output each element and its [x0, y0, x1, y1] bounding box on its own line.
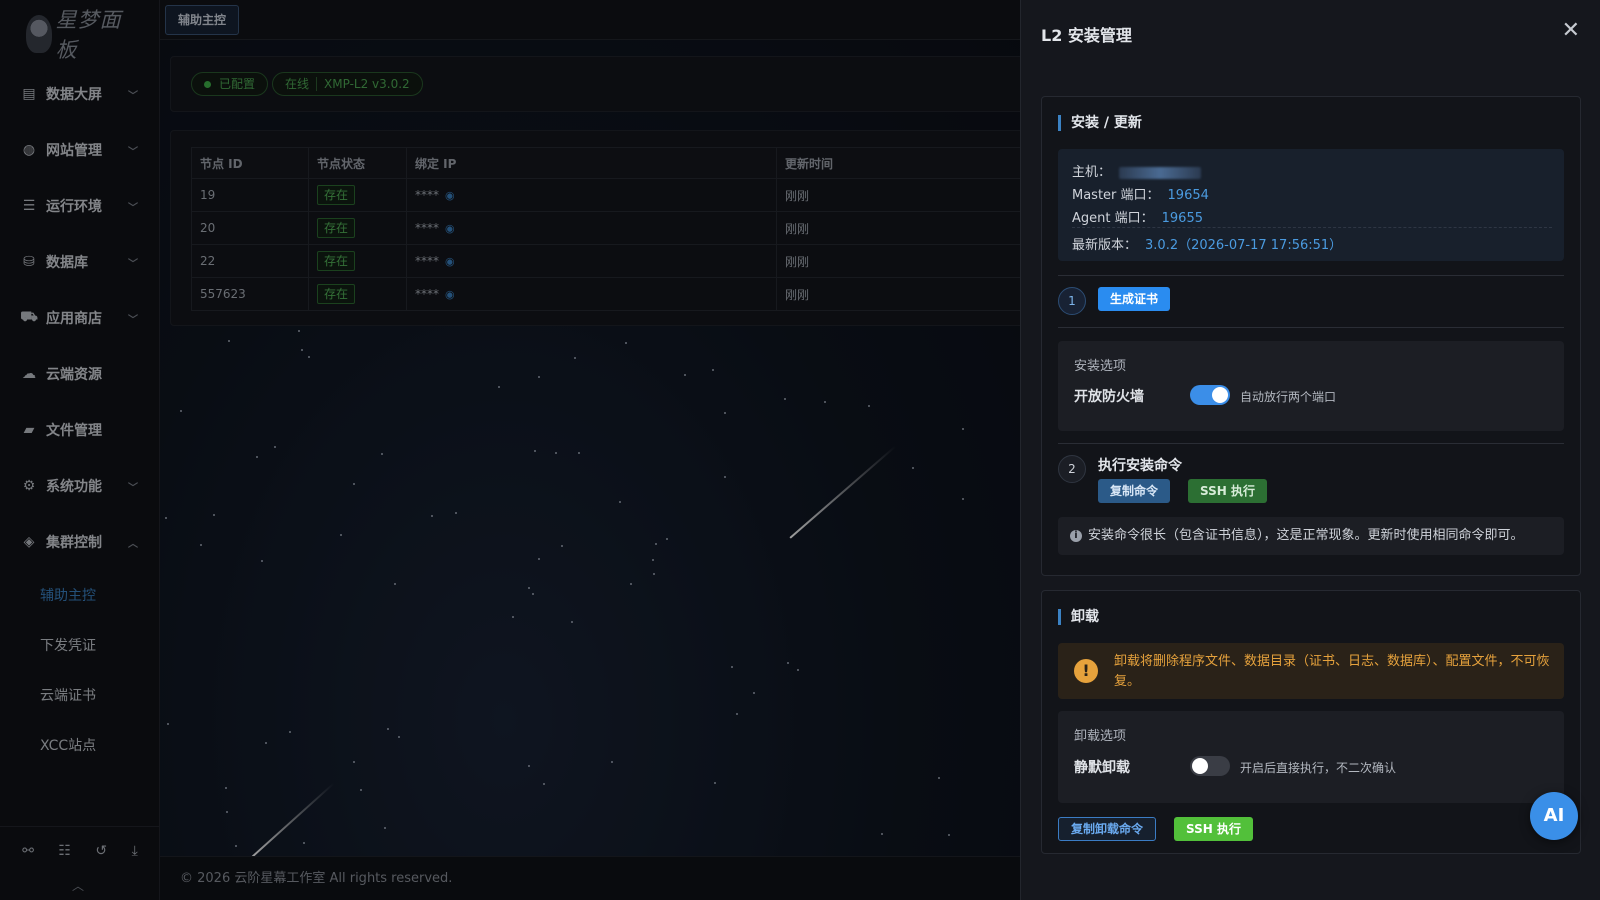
host-info-box: 主机： Master 端口： 19654 Agent 端口： 19655 最新版本：…	[1058, 149, 1564, 261]
agent-port-row: Agent 端口： 19655	[1072, 207, 1203, 226]
host-label: 主机：	[1072, 165, 1112, 180]
step-2-indicator: 2	[1058, 455, 1086, 483]
firewall-description: 自动放行两个端口	[1240, 390, 1337, 404]
master-port-row: Master 端口： 19654	[1072, 184, 1209, 203]
silent-uninstall-description: 开启后直接执行，不二次确认	[1240, 761, 1397, 775]
firewall-toggle[interactable]	[1190, 385, 1230, 405]
uninstall-warning-text: 卸载将删除程序文件、数据目录（证书、日志、数据库）、配置文件，不可恢复。	[1114, 654, 1550, 689]
drawer-title: L2 安装管理	[1041, 26, 1132, 45]
ssh-execute-button[interactable]: SSH 执行	[1188, 479, 1267, 503]
install-drawer: L2 安装管理 ✕ 安装 / 更新 主机： Master 端口： 19654 Ag…	[1020, 0, 1600, 900]
copy-command-button[interactable]: 复制命令	[1098, 479, 1171, 503]
divider	[1058, 327, 1564, 328]
divider	[1058, 275, 1564, 276]
uninstall-options-title: 卸载选项	[1074, 729, 1127, 744]
warning-icon: !	[1074, 659, 1098, 683]
toggle-knob	[1212, 387, 1228, 403]
copy-uninstall-command-button[interactable]: 复制卸载命令	[1058, 817, 1157, 841]
step-2-label: 执行安装命令	[1098, 458, 1182, 474]
toggle-knob	[1192, 758, 1208, 774]
uninstall-options-box: 卸载选项 静默卸载 开启后直接执行，不二次确认	[1058, 711, 1564, 803]
latest-version-row: 最新版本： 3.0.2（2026-07-17 17:56:51）	[1072, 234, 1342, 253]
uninstall-section: 卸载 ! 卸载将删除程序文件、数据目录（证书、日志、数据库）、配置文件，不可恢复…	[1041, 590, 1581, 854]
generate-cert-button[interactable]: 生成证书	[1098, 287, 1171, 311]
agent-port-value: 19655	[1161, 211, 1203, 226]
ssh-uninstall-button[interactable]: SSH 执行	[1174, 817, 1253, 841]
drawer-backdrop[interactable]	[0, 0, 1020, 900]
ai-assistant-button[interactable]: AI	[1530, 792, 1578, 840]
divider	[1058, 443, 1564, 444]
install-section: 安装 / 更新 主机： Master 端口： 19654 Agent 端口： 196…	[1041, 96, 1581, 576]
agent-port-label: Agent 端口：	[1072, 211, 1154, 226]
uninstall-warning: ! 卸载将删除程序文件、数据目录（证书、日志、数据库）、配置文件，不可恢复。	[1058, 643, 1564, 699]
silent-uninstall-toggle[interactable]	[1190, 756, 1230, 776]
install-note: i 安装命令很长（包含证书信息），这是正常现象。更新时使用相同命令即可。	[1058, 517, 1564, 555]
masked-host-value	[1119, 166, 1202, 179]
section-title: 卸载	[1058, 609, 1099, 625]
latest-version-label: 最新版本：	[1072, 238, 1138, 253]
host-row: 主机：	[1072, 161, 1202, 180]
install-options-title: 安装选项	[1074, 359, 1127, 374]
firewall-label: 开放防火墙	[1074, 389, 1144, 405]
section-title: 安装 / 更新	[1058, 115, 1142, 131]
info-icon: i	[1070, 530, 1082, 542]
master-port-label: Master 端口：	[1072, 188, 1160, 203]
master-port-value: 19654	[1167, 188, 1209, 203]
install-note-text: 安装命令很长（包含证书信息），这是正常现象。更新时使用相同命令即可。	[1088, 528, 1524, 543]
install-options-box: 安装选项 开放防火墙 自动放行两个端口	[1058, 341, 1564, 431]
latest-version-value: 3.0.2（2026-07-17 17:56:51）	[1145, 238, 1343, 253]
step-1-indicator: 1	[1058, 287, 1086, 315]
divider	[1072, 227, 1552, 228]
close-icon[interactable]: ✕	[1562, 18, 1580, 43]
silent-uninstall-label: 静默卸载	[1074, 760, 1130, 776]
